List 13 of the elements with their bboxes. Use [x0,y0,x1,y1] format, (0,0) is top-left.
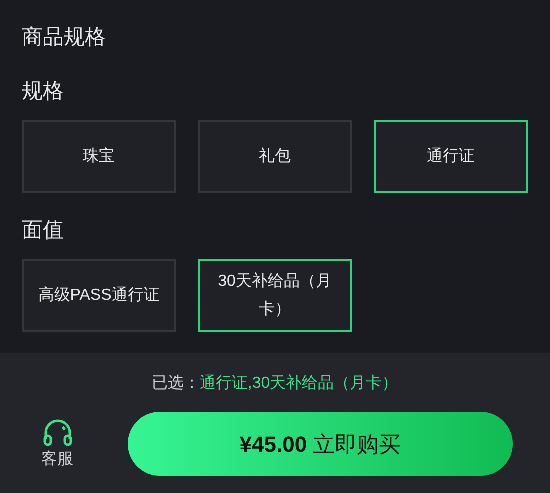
group-label: 规格 [22,79,64,105]
buy-now-button[interactable]: ¥45.00 立即购买 [128,412,513,476]
section-title: 商品规格 [22,25,106,51]
option-button[interactable]: 30天补给品（月卡） [198,259,352,332]
group-label: 面值 [22,218,64,244]
option-button[interactable]: 礼包 [198,120,352,193]
option-button[interactable]: 珠宝 [22,120,176,193]
option-button[interactable]: 通行证 [374,120,528,193]
selected-label: 已选： [152,374,200,394]
option-button[interactable]: 高级PASS通行证 [22,259,176,332]
customer-service-button[interactable]: 客服 [15,417,100,471]
selected-value: 通行证,30天补给品（月卡） [200,374,398,394]
headset-icon [42,417,74,447]
